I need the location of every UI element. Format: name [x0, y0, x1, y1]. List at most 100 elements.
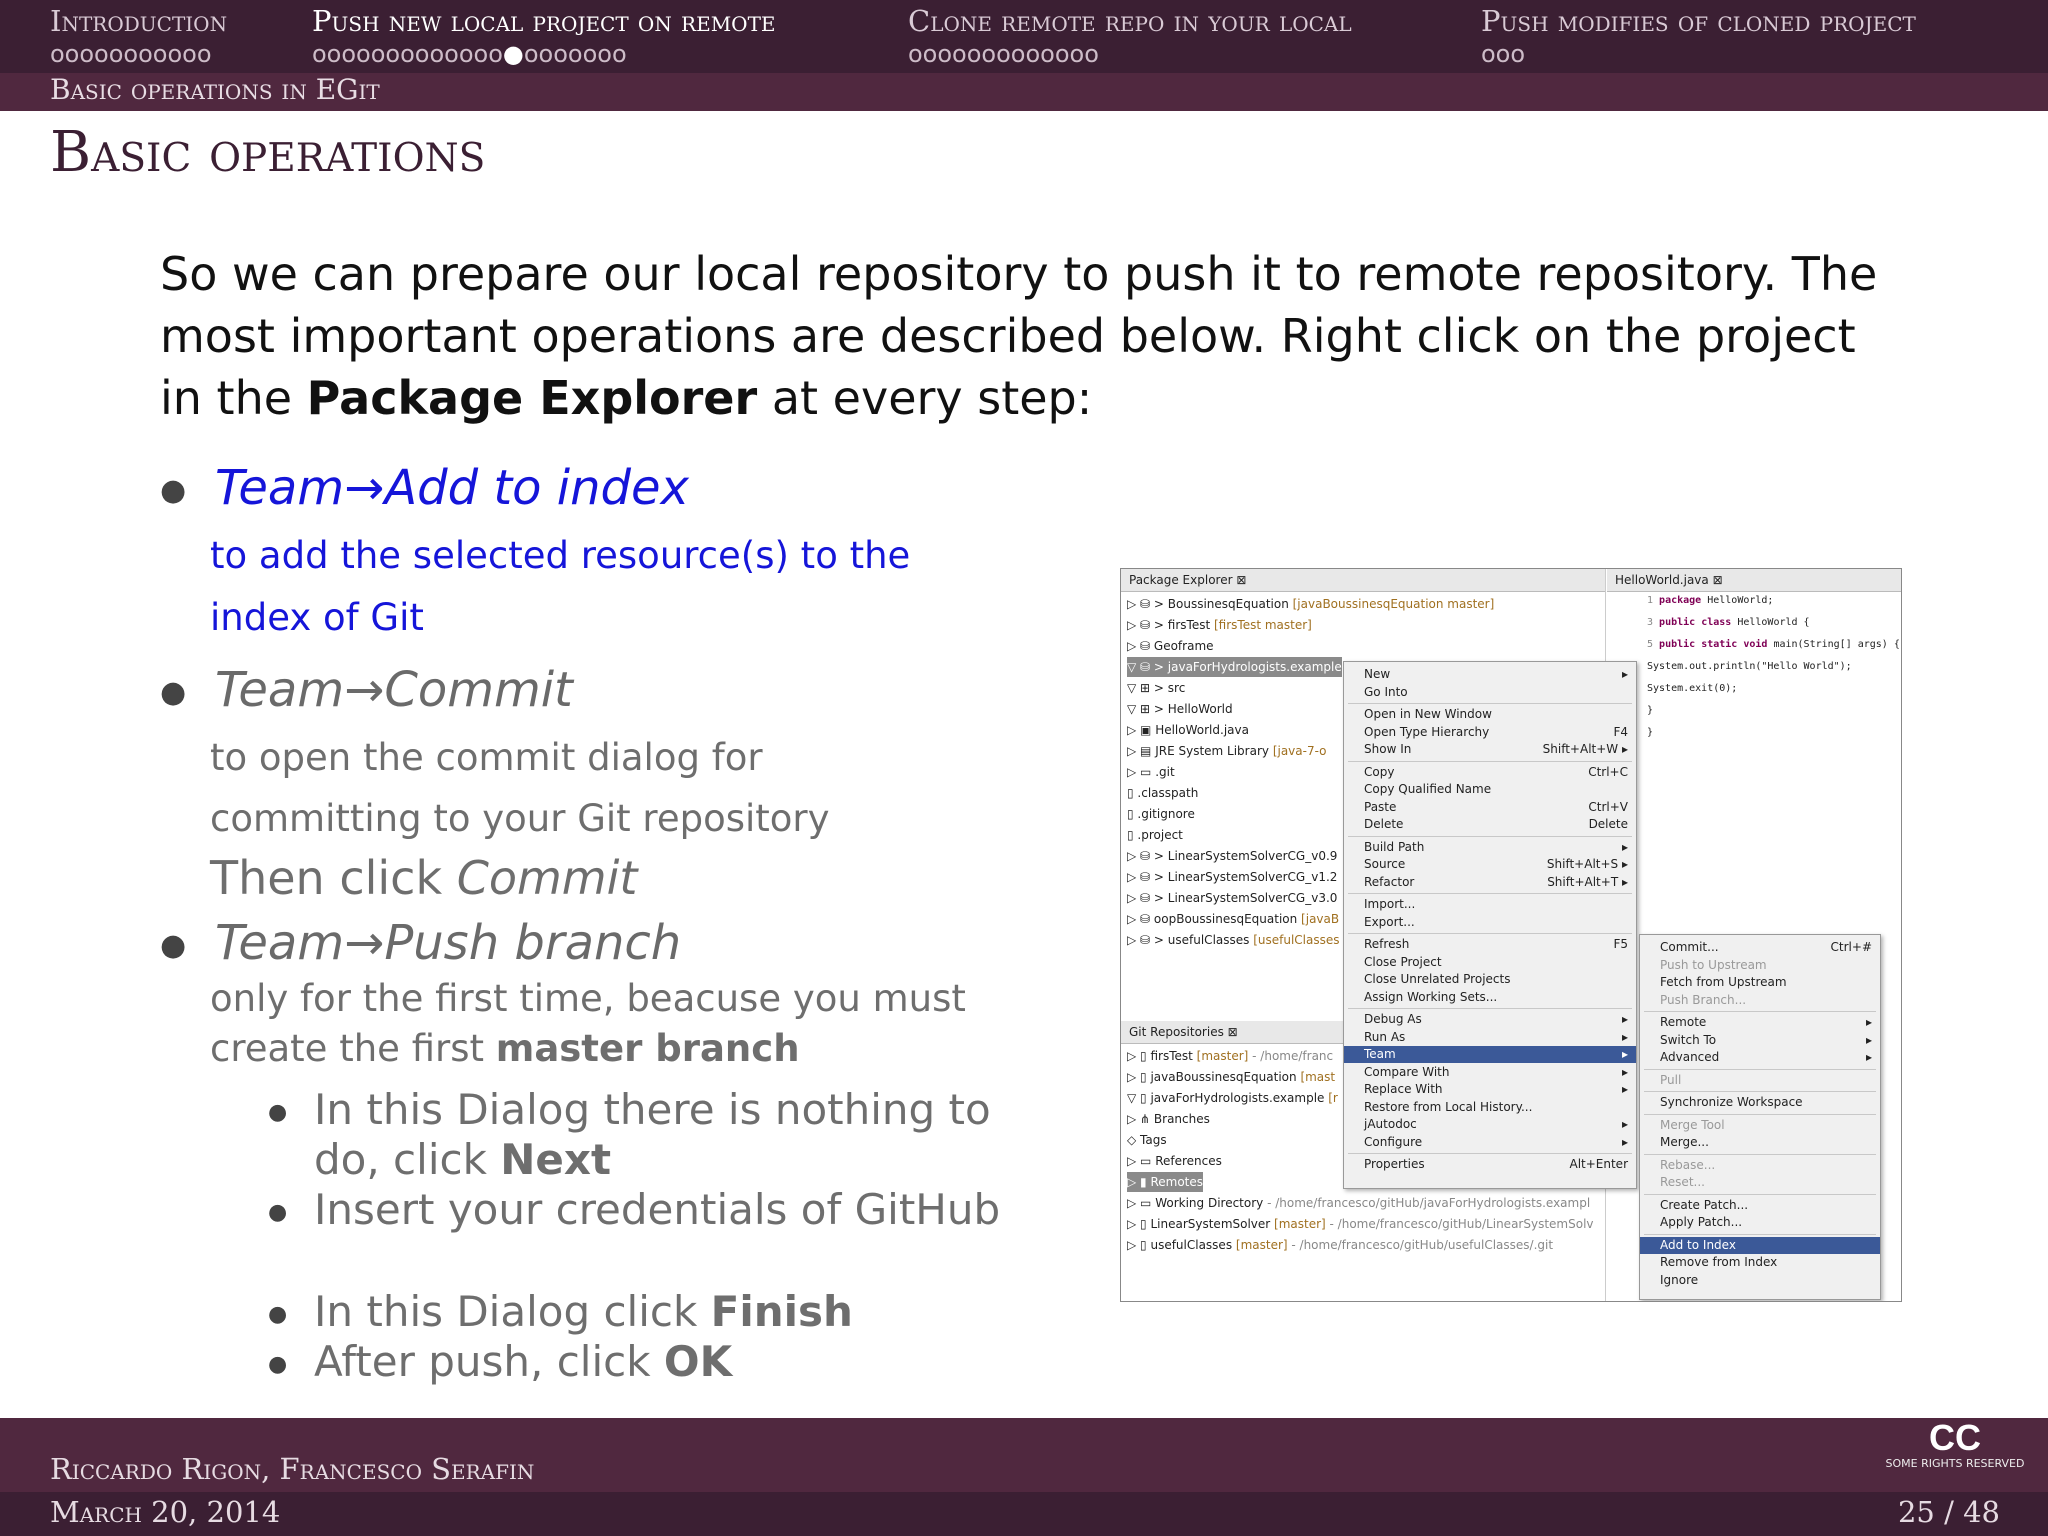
git-tree-item[interactable]: ▷ ⋔ Branches: [1127, 1109, 1210, 1129]
team-menu-item[interactable]: Rebase...: [1640, 1157, 1880, 1174]
tree-item-label: ▷ ⛁ > usefulClasses: [1127, 933, 1250, 947]
nav-section-clone[interactable]: Clone remote repo in your local: [908, 4, 1352, 38]
menu-separator: [1644, 1091, 1876, 1092]
context-menu-item[interactable]: Restore from Local History...: [1344, 1099, 1636, 1116]
context-menu-item[interactable]: Debug As ▸: [1344, 1011, 1636, 1028]
git-tree-item[interactable]: ▽ ▯ javaForHydrologists.example [r: [1127, 1088, 1338, 1108]
team-menu-item-label: Apply Patch...: [1660, 1215, 1743, 1229]
sub-bullet-credentials: Insert your credentials of GitHub: [314, 1185, 1001, 1234]
tree-item[interactable]: ▷ ⛁ > LinearSystemSolverCG_v1.2: [1127, 867, 1337, 887]
nav-dot-current: ●: [502, 40, 524, 68]
team-menu-item[interactable]: Remote ▸: [1640, 1014, 1880, 1031]
tree-item[interactable]: ▷ ⛁ > firsTest [firsTest master]: [1127, 615, 1312, 635]
git-tree-item[interactable]: ▷ ▯ javaBoussinesqEquation [mast: [1127, 1067, 1335, 1087]
team-menu-item[interactable]: Add to Index: [1640, 1236, 1880, 1254]
team-menu-item[interactable]: Merge...: [1640, 1134, 1880, 1151]
context-menu-item-shortcut: F5: [1613, 937, 1628, 951]
tree-item[interactable]: ▷ ⛁ > LinearSystemSolverCG_v3.0: [1127, 888, 1337, 908]
context-menu-item[interactable]: Close Unrelated Projects: [1344, 971, 1636, 988]
nav-dots-introduction[interactable]: ooooooooooo: [50, 40, 212, 68]
context-menu-item[interactable]: Source Shift+Alt+S ▸: [1344, 856, 1636, 873]
context-menu-item[interactable]: Properties Alt+Enter: [1344, 1156, 1636, 1173]
context-menu-item[interactable]: Build Path ▸: [1344, 839, 1636, 856]
context-menu-item[interactable]: Assign Working Sets...: [1344, 989, 1636, 1006]
tree-item-label: ▷ ⛁ > LinearSystemSolverCG_v3.0: [1127, 891, 1338, 905]
context-menu-item[interactable]: Team ▸: [1344, 1046, 1636, 1063]
tree-item[interactable]: ▯ .gitignore: [1127, 804, 1195, 824]
tree-item[interactable]: ▽ ⛁ > javaForHydrologists.example: [1127, 657, 1342, 677]
nav-dots-push-new[interactable]: ooooooooooooo●ooooooo: [312, 40, 627, 68]
team-menu-item[interactable]: Remove from Index: [1640, 1254, 1880, 1271]
git-tree-item[interactable]: ▷ ▮ Remotes: [1127, 1172, 1204, 1192]
context-menu-item-label: New: [1364, 667, 1391, 681]
nav-section-introduction[interactable]: Introduction: [50, 4, 227, 38]
tree-item[interactable]: ▷ ▣ HelloWorld.java: [1127, 720, 1249, 740]
git-tree-item[interactable]: ▷ ▯ LinearSystemSolver [master] - /home/…: [1127, 1214, 1594, 1234]
team-menu-item-label: Merge...: [1660, 1135, 1709, 1149]
tree-item-annotation: [usefulClasses: [1249, 933, 1340, 947]
team-menu-item[interactable]: Ignore: [1640, 1272, 1880, 1289]
git-tree-item[interactable]: ▷ ▯ usefulClasses [master] - /home/franc…: [1127, 1235, 1553, 1255]
team-menu-item[interactable]: Pull: [1640, 1072, 1880, 1089]
team-menu-item[interactable]: Create Patch...: [1640, 1197, 1880, 1214]
context-menu-item[interactable]: Delete Delete: [1344, 816, 1636, 833]
tree-item-annotation: [javaBoussinesqEquation master]: [1288, 597, 1495, 611]
context-menu-item[interactable]: Paste Ctrl+V: [1344, 799, 1636, 816]
code-text: System.out.println("Hello World");: [1647, 661, 1852, 672]
team-menu-item[interactable]: Synchronize Workspace: [1640, 1094, 1880, 1111]
tree-item[interactable]: ▯ .project: [1127, 825, 1183, 845]
tree-item[interactable]: ▷ ⛁ Geoframe: [1127, 636, 1214, 656]
context-menu-item[interactable]: Show In Shift+Alt+W ▸: [1344, 741, 1636, 758]
tree-item[interactable]: ▷ ⛁ > usefulClasses [usefulClasses: [1127, 930, 1340, 950]
team-menu-item[interactable]: Merge Tool: [1640, 1117, 1880, 1134]
context-menu-item[interactable]: Copy Qualified Name: [1344, 781, 1636, 798]
context-menu-item[interactable]: Close Project: [1344, 954, 1636, 971]
context-menu-item-shortcut: Shift+Alt+W ▸: [1542, 742, 1628, 756]
context-menu-item-label: Close Project: [1364, 954, 1442, 969]
tree-item-label: ▯ .project: [1127, 828, 1183, 842]
tree-item[interactable]: ▷ ▭ .git: [1127, 762, 1175, 782]
tree-item[interactable]: ▽ ⊞ > HelloWorld: [1127, 699, 1233, 719]
bullet-dot: ●: [160, 473, 187, 508]
bullet-commit-title: Team→Commit: [215, 662, 573, 718]
nav-section-push-new[interactable]: Push new local project on remote: [312, 4, 776, 38]
context-menu-item[interactable]: Replace With ▸: [1344, 1081, 1636, 1098]
editor-tab[interactable]: HelloWorld.java ⊠: [1607, 569, 1901, 592]
tree-item[interactable]: ▷ ⛁ oopBoussinesqEquation [javaB: [1127, 909, 1339, 929]
team-menu-item[interactable]: Push to Upstream: [1640, 957, 1880, 974]
tree-item[interactable]: ▷ ▤ JRE System Library [java-7-o: [1127, 741, 1327, 761]
context-menu-item[interactable]: Open in New Window: [1344, 706, 1636, 723]
code-text: System.exit(0);: [1647, 683, 1738, 694]
context-menu-item[interactable]: jAutodoc ▸: [1344, 1116, 1636, 1133]
team-menu-item[interactable]: Advanced ▸: [1640, 1049, 1880, 1066]
context-menu-item[interactable]: Import...: [1344, 896, 1636, 913]
git-tree-item[interactable]: ▷ ▭ Working Directory - /home/francesco/…: [1127, 1193, 1590, 1213]
context-menu-item[interactable]: New ▸: [1344, 666, 1636, 683]
team-menu-item[interactable]: Reset...: [1640, 1174, 1880, 1191]
context-menu-item[interactable]: Go Into: [1344, 684, 1636, 701]
context-menu-item[interactable]: Configure ▸: [1344, 1134, 1636, 1151]
context-menu-item[interactable]: Compare With ▸: [1344, 1064, 1636, 1081]
context-menu-item[interactable]: Refresh F5: [1344, 936, 1636, 953]
team-menu-item[interactable]: Commit... Ctrl+#: [1640, 939, 1880, 956]
team-menu-item[interactable]: Fetch from Upstream: [1640, 974, 1880, 991]
tree-item[interactable]: ▷ ⛁ > BoussinesqEquation [javaBoussinesq…: [1127, 594, 1494, 614]
context-menu-item[interactable]: Export...: [1344, 914, 1636, 931]
tree-item[interactable]: ▽ ⊞ > src: [1127, 678, 1185, 698]
context-menu-item[interactable]: Refactor Shift+Alt+T ▸: [1344, 874, 1636, 891]
nav-dots-push-modifies[interactable]: ooo: [1481, 40, 1525, 68]
tree-item[interactable]: ▯ .classpath: [1127, 783, 1198, 803]
context-menu-item[interactable]: Run As ▸: [1344, 1029, 1636, 1046]
team-menu-item[interactable]: Push Branch...: [1640, 992, 1880, 1009]
team-menu-item[interactable]: Switch To ▸: [1640, 1032, 1880, 1049]
context-menu-item[interactable]: Copy Ctrl+C: [1344, 764, 1636, 781]
context-menu-item[interactable]: Open Type Hierarchy F4: [1344, 724, 1636, 741]
nav-section-push-modifies[interactable]: Push modifies of cloned project: [1481, 4, 1916, 38]
git-tree-item[interactable]: ▷ ▯ firsTest [master] - /home/franc: [1127, 1046, 1333, 1066]
git-tree-item[interactable]: ▷ ▭ References: [1127, 1151, 1222, 1171]
team-menu-item[interactable]: Apply Patch...: [1640, 1214, 1880, 1231]
nav-dots-clone[interactable]: ooooooooooooo: [908, 40, 1099, 68]
context-menu-item-label: Refresh: [1364, 937, 1410, 951]
tree-item[interactable]: ▷ ⛁ > LinearSystemSolverCG_v0.9: [1127, 846, 1337, 866]
git-tree-item[interactable]: ◇ Tags: [1127, 1130, 1167, 1150]
